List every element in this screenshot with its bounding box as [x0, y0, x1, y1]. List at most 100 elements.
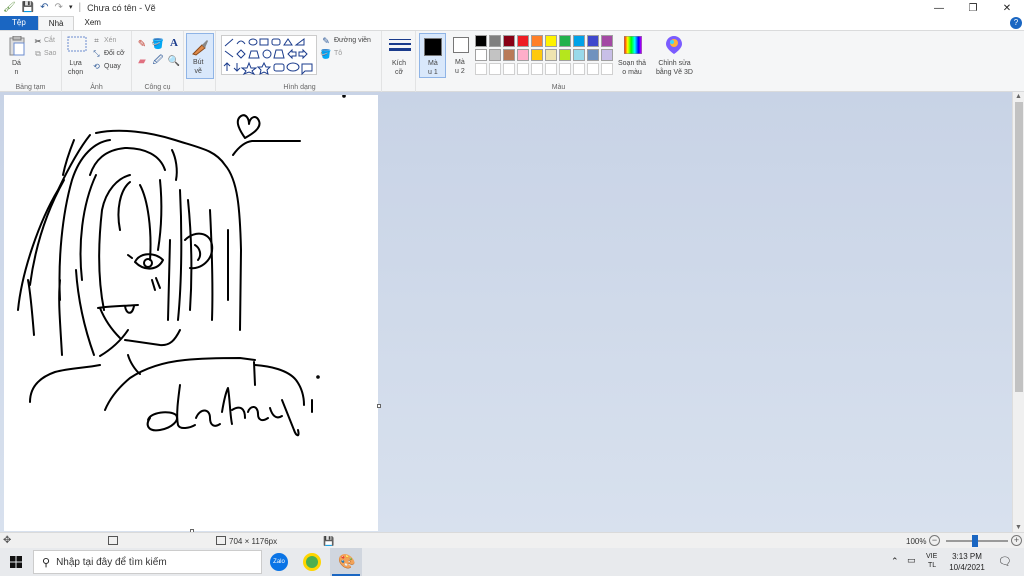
outline-button[interactable]: Đường viền	[334, 37, 371, 44]
language-indicator[interactable]: VIE TL	[926, 552, 937, 570]
color1-button[interactable]: Mà u 1	[419, 33, 446, 78]
color2-button[interactable]: Mà u 2	[449, 33, 475, 78]
size-icon[interactable]	[389, 37, 411, 55]
crop-button[interactable]: Xén	[104, 37, 116, 44]
palette-swatch[interactable]	[587, 35, 599, 47]
scrollbar-thumb[interactable]	[1015, 102, 1023, 392]
palette-swatch[interactable]	[559, 49, 571, 61]
resize-button[interactable]: Đổi cỡ	[104, 50, 125, 57]
palette-swatch[interactable]	[489, 49, 501, 61]
zoom-out-button[interactable]: −	[929, 535, 940, 546]
select-icon[interactable]	[66, 35, 88, 55]
text-tool-icon[interactable]: A	[168, 37, 180, 49]
custom-color-slot[interactable]	[503, 63, 515, 75]
brushes-button[interactable]: Bút vẽ	[186, 33, 214, 79]
custom-color-slot[interactable]	[545, 63, 557, 75]
palette-swatch[interactable]	[503, 35, 515, 47]
maximize-button[interactable]: ❐	[956, 0, 990, 16]
paste-button-label[interactable]: Dá n	[12, 59, 21, 77]
custom-color-slot[interactable]	[517, 63, 529, 75]
magnifier-icon[interactable]: 🔍	[168, 55, 180, 67]
custom-color-slot[interactable]	[489, 63, 501, 75]
pencil-icon[interactable]: ✎	[136, 38, 148, 50]
custom-color-slot[interactable]	[601, 63, 613, 75]
palette-swatch[interactable]	[531, 49, 543, 61]
title-bar: 🖌 💾 ↶ ↷ ▾ | Chưa có tên - Vẽ — ❐ ✕	[0, 0, 1024, 16]
customize-quick-access-icon[interactable]: ▾	[69, 0, 73, 16]
image-group: Lựa chọn ⌗ Xén ⤡ Đổi cỡ ⟲ Quay Ảnh	[62, 31, 132, 92]
save-icon[interactable]: 💾	[22, 0, 34, 16]
cut-button[interactable]: Cắt	[44, 37, 55, 44]
palette-swatch[interactable]	[587, 49, 599, 61]
shapes-gallery[interactable]	[221, 35, 317, 76]
custom-color-slot[interactable]	[559, 63, 571, 75]
battery-icon[interactable]: ▭	[907, 555, 916, 566]
drawing-canvas[interactable]	[4, 94, 378, 531]
windows-start-icon[interactable]	[10, 556, 22, 570]
search-icon: ⚲	[42, 556, 51, 569]
copy-button[interactable]: Sao	[44, 50, 56, 57]
palette-swatch[interactable]	[517, 35, 529, 47]
palette-swatch[interactable]	[573, 49, 585, 61]
undo-icon[interactable]: ↶	[40, 0, 48, 16]
canvas-resize-handle-right[interactable]	[377, 404, 381, 408]
scroll-down-icon[interactable]: ▼	[1015, 524, 1022, 531]
palette-swatch[interactable]	[517, 49, 529, 61]
palette-swatch[interactable]	[475, 35, 487, 47]
palette-swatch[interactable]	[601, 35, 613, 47]
ribbon: Dá n ✂ Cắt ⧉ Sao Bảng tạm Lựa chọn ⌗ Xén…	[0, 30, 1024, 92]
taskbar-search-box[interactable]: ⚲ Nhập tại đây để tìm kiếm	[33, 550, 262, 574]
eraser-icon[interactable]: ▰	[136, 55, 148, 67]
minimize-button[interactable]: —	[922, 0, 956, 16]
palette-swatch[interactable]	[601, 49, 613, 61]
palette-swatch[interactable]	[531, 35, 543, 47]
close-button[interactable]: ✕	[990, 0, 1024, 16]
palette-swatch[interactable]	[545, 49, 557, 61]
custom-color-slot[interactable]	[475, 63, 487, 75]
tab-view[interactable]: Xem	[74, 16, 110, 30]
palette-swatch[interactable]	[559, 35, 571, 47]
tray-chevron-icon[interactable]: ⌃	[891, 556, 899, 567]
select-button-label[interactable]: Lựa chọn	[68, 59, 83, 77]
scroll-up-icon[interactable]: ▲	[1015, 93, 1022, 100]
fill-bucket-icon[interactable]: 🪣	[152, 38, 164, 50]
edit-colors-icon[interactable]	[623, 35, 643, 55]
clock-time: 3:13 PM	[952, 552, 982, 561]
zalo-app-icon[interactable]: Zalo	[270, 553, 288, 571]
palette-swatch[interactable]	[475, 49, 487, 61]
language-line1: VIE	[926, 553, 938, 560]
paste-icon[interactable]	[6, 35, 28, 57]
tab-file[interactable]: Tệp	[0, 16, 38, 30]
color1-label: Mà u 1	[428, 60, 438, 76]
help-icon[interactable]: ?	[1010, 17, 1022, 29]
image-group-label: Ảnh	[90, 84, 103, 91]
custom-color-slot[interactable]	[531, 63, 543, 75]
clock[interactable]: 3:13 PM 10/4/2021	[947, 551, 987, 573]
zoom-slider-thumb[interactable]	[972, 535, 978, 547]
palette-swatch[interactable]	[489, 35, 501, 47]
color1-swatch	[424, 38, 442, 56]
custom-color-slot[interactable]	[587, 63, 599, 75]
paint-taskbar-button[interactable]: 🎨	[330, 548, 362, 576]
browser-app-icon[interactable]	[303, 553, 321, 571]
edit-colors-label[interactable]: Soạn thả o màu	[618, 59, 646, 77]
palette-swatch[interactable]	[573, 35, 585, 47]
notification-icon[interactable]: 🗨	[998, 555, 1012, 568]
fill-button[interactable]: Tô	[334, 50, 342, 57]
color2-label: Mà u 2	[455, 59, 465, 75]
paint3d-icon[interactable]	[664, 35, 684, 55]
palette-swatch[interactable]	[503, 49, 515, 61]
redo-icon[interactable]: ↷	[55, 0, 63, 16]
rotate-button[interactable]: Quay	[104, 63, 121, 70]
colors-group-label: Màu	[551, 84, 566, 91]
tools-group: ✎ 🪣 A ▰ 🖉 🔍 Công cụ	[132, 31, 184, 92]
vertical-scrollbar[interactable]: ▲ ▼	[1012, 92, 1024, 532]
paint-app-icon: 🖌	[3, 2, 16, 13]
custom-color-slot[interactable]	[573, 63, 585, 75]
palette-swatch[interactable]	[545, 35, 557, 47]
zoom-in-button[interactable]: +	[1011, 535, 1022, 546]
tab-home[interactable]: Nhà	[37, 16, 75, 30]
color-picker-icon[interactable]: 🖉	[152, 55, 164, 67]
paint3d-label[interactable]: Chỉnh sửa bằng Vẽ 3D	[656, 59, 693, 77]
size-button-label[interactable]: Kích cỡ	[392, 59, 406, 77]
